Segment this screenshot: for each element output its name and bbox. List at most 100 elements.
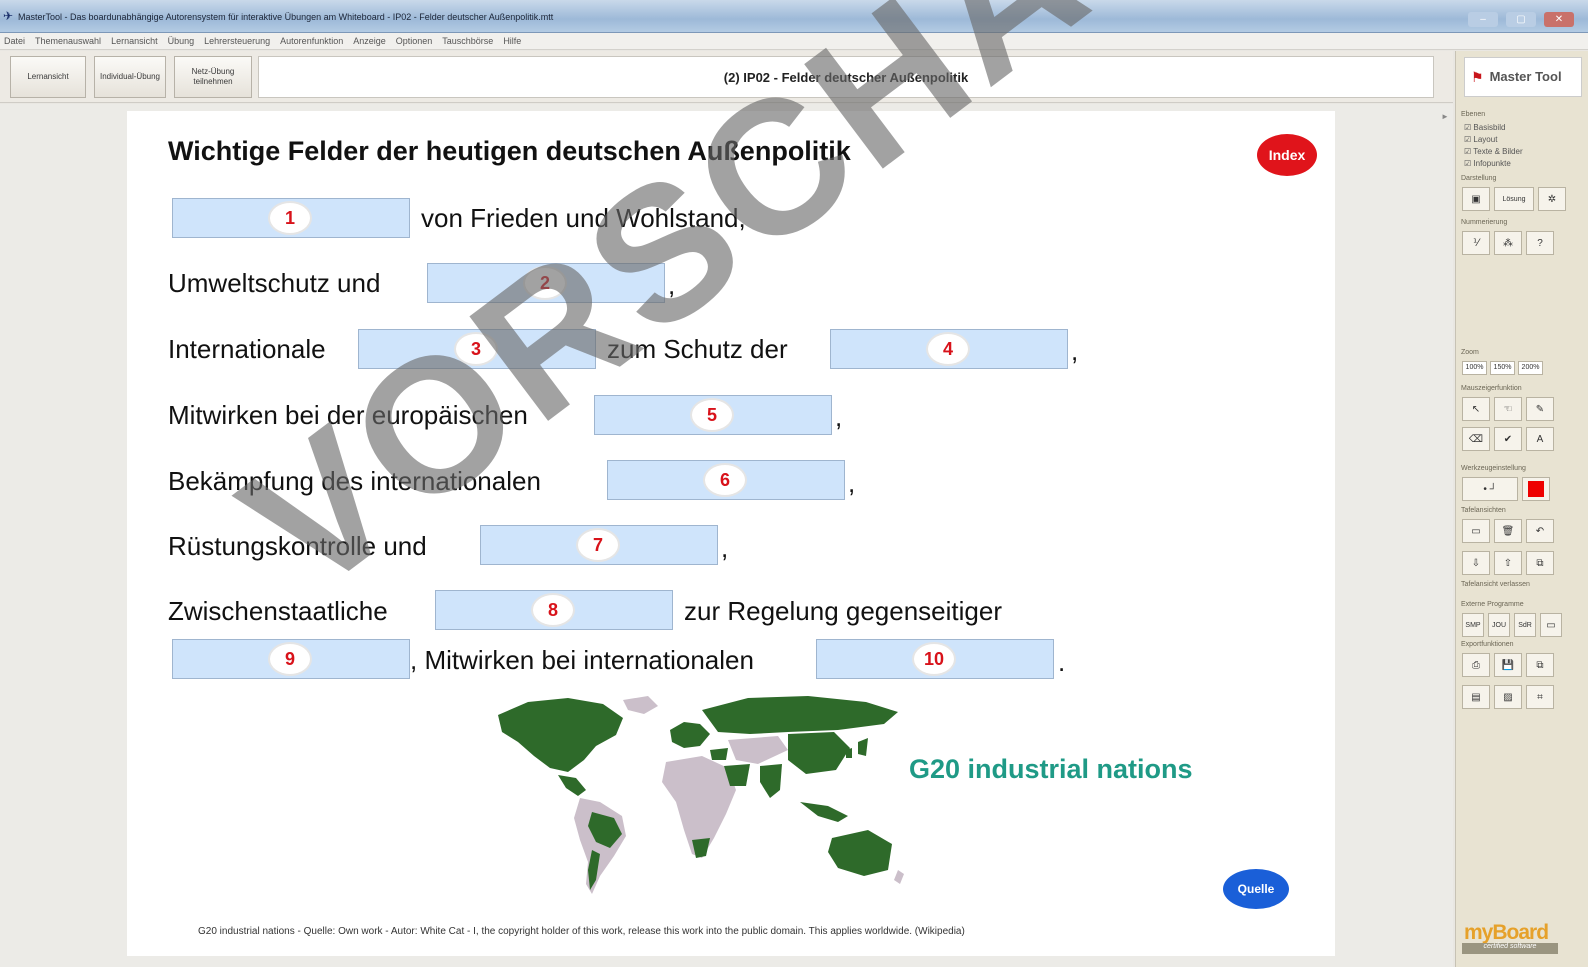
- netz-uebung-button[interactable]: Netz-Übung teilnehmen: [174, 56, 252, 98]
- line-7-text-b: zur Regelung gegenseitiger: [684, 596, 1002, 626]
- nummerierung-buttons: ⅟ ⁂ ?: [1462, 231, 1554, 255]
- numbering-icon[interactable]: ⅟: [1462, 231, 1490, 255]
- map-turkey: [710, 748, 728, 760]
- new-page-icon[interactable]: ▭: [1462, 519, 1490, 543]
- sdr-button[interactable]: SdR: [1514, 613, 1536, 637]
- number-badge-5[interactable]: 5: [690, 398, 734, 432]
- map-south-america: [574, 798, 626, 894]
- number-badge-6[interactable]: 6: [703, 463, 747, 497]
- smp-button[interactable]: SMP: [1462, 613, 1484, 637]
- number-badge-3[interactable]: 3: [454, 332, 498, 366]
- number-badge-9[interactable]: 9: [268, 642, 312, 676]
- menu-optionen[interactable]: Optionen: [396, 36, 433, 46]
- board-export-icon[interactable]: ⇧: [1494, 551, 1522, 575]
- number-badge-7[interactable]: 7: [576, 528, 620, 562]
- number-badge-2[interactable]: 2: [523, 266, 567, 300]
- line-3-text-b: zum Schutz der: [607, 334, 788, 364]
- zoom-200-button[interactable]: 200%: [1518, 361, 1543, 375]
- layer-label: Texte & Bilder: [1473, 147, 1523, 156]
- section-werkzeug: Werkzeugeinstellung: [1461, 465, 1526, 472]
- line-4-end: ,: [835, 402, 843, 432]
- maximize-button[interactable]: ▢: [1506, 12, 1536, 27]
- line-8-text: , Mitwirken bei internationalen: [410, 645, 754, 675]
- menu-hilfe[interactable]: Hilfe: [503, 36, 521, 46]
- layer-checkbox-layout[interactable]: ☑ Layout: [1464, 135, 1497, 144]
- eraser-icon[interactable]: ⌫: [1462, 427, 1490, 451]
- trash-icon[interactable]: 🗑: [1494, 519, 1522, 543]
- line-5-text: Bekämpfung des internationalen: [168, 466, 541, 496]
- pencil-icon[interactable]: ✎: [1526, 397, 1554, 421]
- map-japan: [858, 738, 868, 756]
- map-australia: [828, 830, 892, 876]
- app-icon: ✈: [3, 9, 14, 23]
- menu-themenauswahl[interactable]: Themenauswahl: [35, 36, 101, 46]
- line-width-icon[interactable]: • ┘: [1462, 477, 1518, 501]
- tool-sidebar: ⚑ Master Tool Ebenen ☑ Basisbild ☑ Layou…: [1455, 51, 1588, 967]
- loesung-button[interactable]: Lösung: [1494, 187, 1534, 211]
- hand-icon[interactable]: ☜: [1494, 397, 1522, 421]
- minimize-button[interactable]: –: [1468, 12, 1498, 27]
- save-icon[interactable]: 💾: [1494, 653, 1522, 677]
- board-copy-icon[interactable]: ⧉: [1526, 551, 1554, 575]
- map-india: [760, 764, 782, 798]
- lernansicht-button[interactable]: Lernansicht: [10, 56, 86, 98]
- layer-checkbox-infopunkte[interactable]: ☑ Infopunkte: [1464, 159, 1511, 168]
- board-buttons-row2: ⇩ ⇧ ⧉: [1462, 551, 1554, 575]
- map-indonesia: [800, 802, 848, 822]
- line-2-text: Umweltschutz und: [168, 268, 381, 298]
- toolbar: Lernansicht Individual-Übung Netz-Übung …: [0, 51, 1453, 145]
- number-badge-10[interactable]: 10: [912, 642, 956, 676]
- menu-uebung[interactable]: Übung: [168, 36, 195, 46]
- export-image-icon[interactable]: ▨: [1494, 685, 1522, 709]
- number-badge-8[interactable]: 8: [531, 593, 575, 627]
- undo-icon[interactable]: ↶: [1526, 519, 1554, 543]
- jou-button[interactable]: JOU: [1488, 613, 1510, 637]
- zoom-100-button[interactable]: 100%: [1462, 361, 1487, 375]
- layer-checkbox-basisbild[interactable]: ☑ Basisbild: [1464, 123, 1505, 132]
- layer-checkbox-texte[interactable]: ☑ Texte & Bilder: [1464, 147, 1523, 156]
- menu-datei[interactable]: Datei: [4, 36, 25, 46]
- help-icon[interactable]: ?: [1526, 231, 1554, 255]
- board-import-icon[interactable]: ⇩: [1462, 551, 1490, 575]
- index-button[interactable]: Index: [1257, 134, 1317, 176]
- map-china: [788, 732, 850, 774]
- settings-icon[interactable]: ✲: [1538, 187, 1566, 211]
- expand-panel-icon[interactable]: ►: [1441, 112, 1449, 121]
- quelle-button[interactable]: Quelle: [1223, 869, 1289, 909]
- menu-autorenfunktion[interactable]: Autorenfunktion: [280, 36, 343, 46]
- section-externe: Externe Programme: [1461, 601, 1524, 608]
- copy-icon[interactable]: ⧉: [1526, 653, 1554, 677]
- crop-icon[interactable]: ⌗: [1526, 685, 1554, 709]
- close-button[interactable]: ✕: [1544, 12, 1574, 27]
- shuffle-icon[interactable]: ⁂: [1494, 231, 1522, 255]
- darstellung-buttons: ▣ Lösung ✲: [1462, 187, 1566, 211]
- external-window-icon[interactable]: ▭: [1540, 613, 1562, 637]
- red-color-icon: [1528, 481, 1544, 497]
- number-badge-4[interactable]: 4: [926, 332, 970, 366]
- zoom-buttons: 100% 150% 200%: [1462, 361, 1543, 375]
- line-7-text-a: Zwischenstaatliche: [168, 596, 388, 626]
- check-icon[interactable]: ✔: [1494, 427, 1522, 451]
- individual-uebung-button[interactable]: Individual-Übung: [94, 56, 166, 98]
- source-footnote: G20 industrial nations - Quelle: Own wor…: [198, 926, 965, 937]
- solution-toggle-icon[interactable]: ▣: [1462, 187, 1490, 211]
- text-tool-icon[interactable]: A: [1526, 427, 1554, 451]
- layer-label: Basisbild: [1473, 123, 1506, 132]
- section-darstellung: Darstellung: [1461, 175, 1497, 182]
- menu-anzeige[interactable]: Anzeige: [353, 36, 386, 46]
- window-title: MasterTool - Das boardunabhängige Autore…: [18, 12, 554, 22]
- color-picker[interactable]: [1522, 477, 1550, 501]
- menu-tauschboerse[interactable]: Tauschbörse: [442, 36, 493, 46]
- board-buttons-row1: ▭ 🗑 ↶: [1462, 519, 1554, 543]
- zoom-150-button[interactable]: 150%: [1490, 361, 1515, 375]
- menu-lehrersteuerung[interactable]: Lehrersteuerung: [204, 36, 270, 46]
- print-icon[interactable]: ⎙: [1462, 653, 1490, 677]
- number-badge-1[interactable]: 1: [268, 201, 312, 235]
- tafelansicht-verlassen[interactable]: Tafelansicht verlassen: [1461, 581, 1530, 588]
- menu-lernansicht[interactable]: Lernansicht: [111, 36, 158, 46]
- line-8-end: .: [1058, 647, 1066, 677]
- line-5-end: ,: [848, 468, 856, 498]
- pointer-arrow-icon[interactable]: ↖: [1462, 397, 1490, 421]
- export-document-icon[interactable]: ▤: [1462, 685, 1490, 709]
- section-exportfunktionen: Exportfunktionen: [1461, 641, 1514, 648]
